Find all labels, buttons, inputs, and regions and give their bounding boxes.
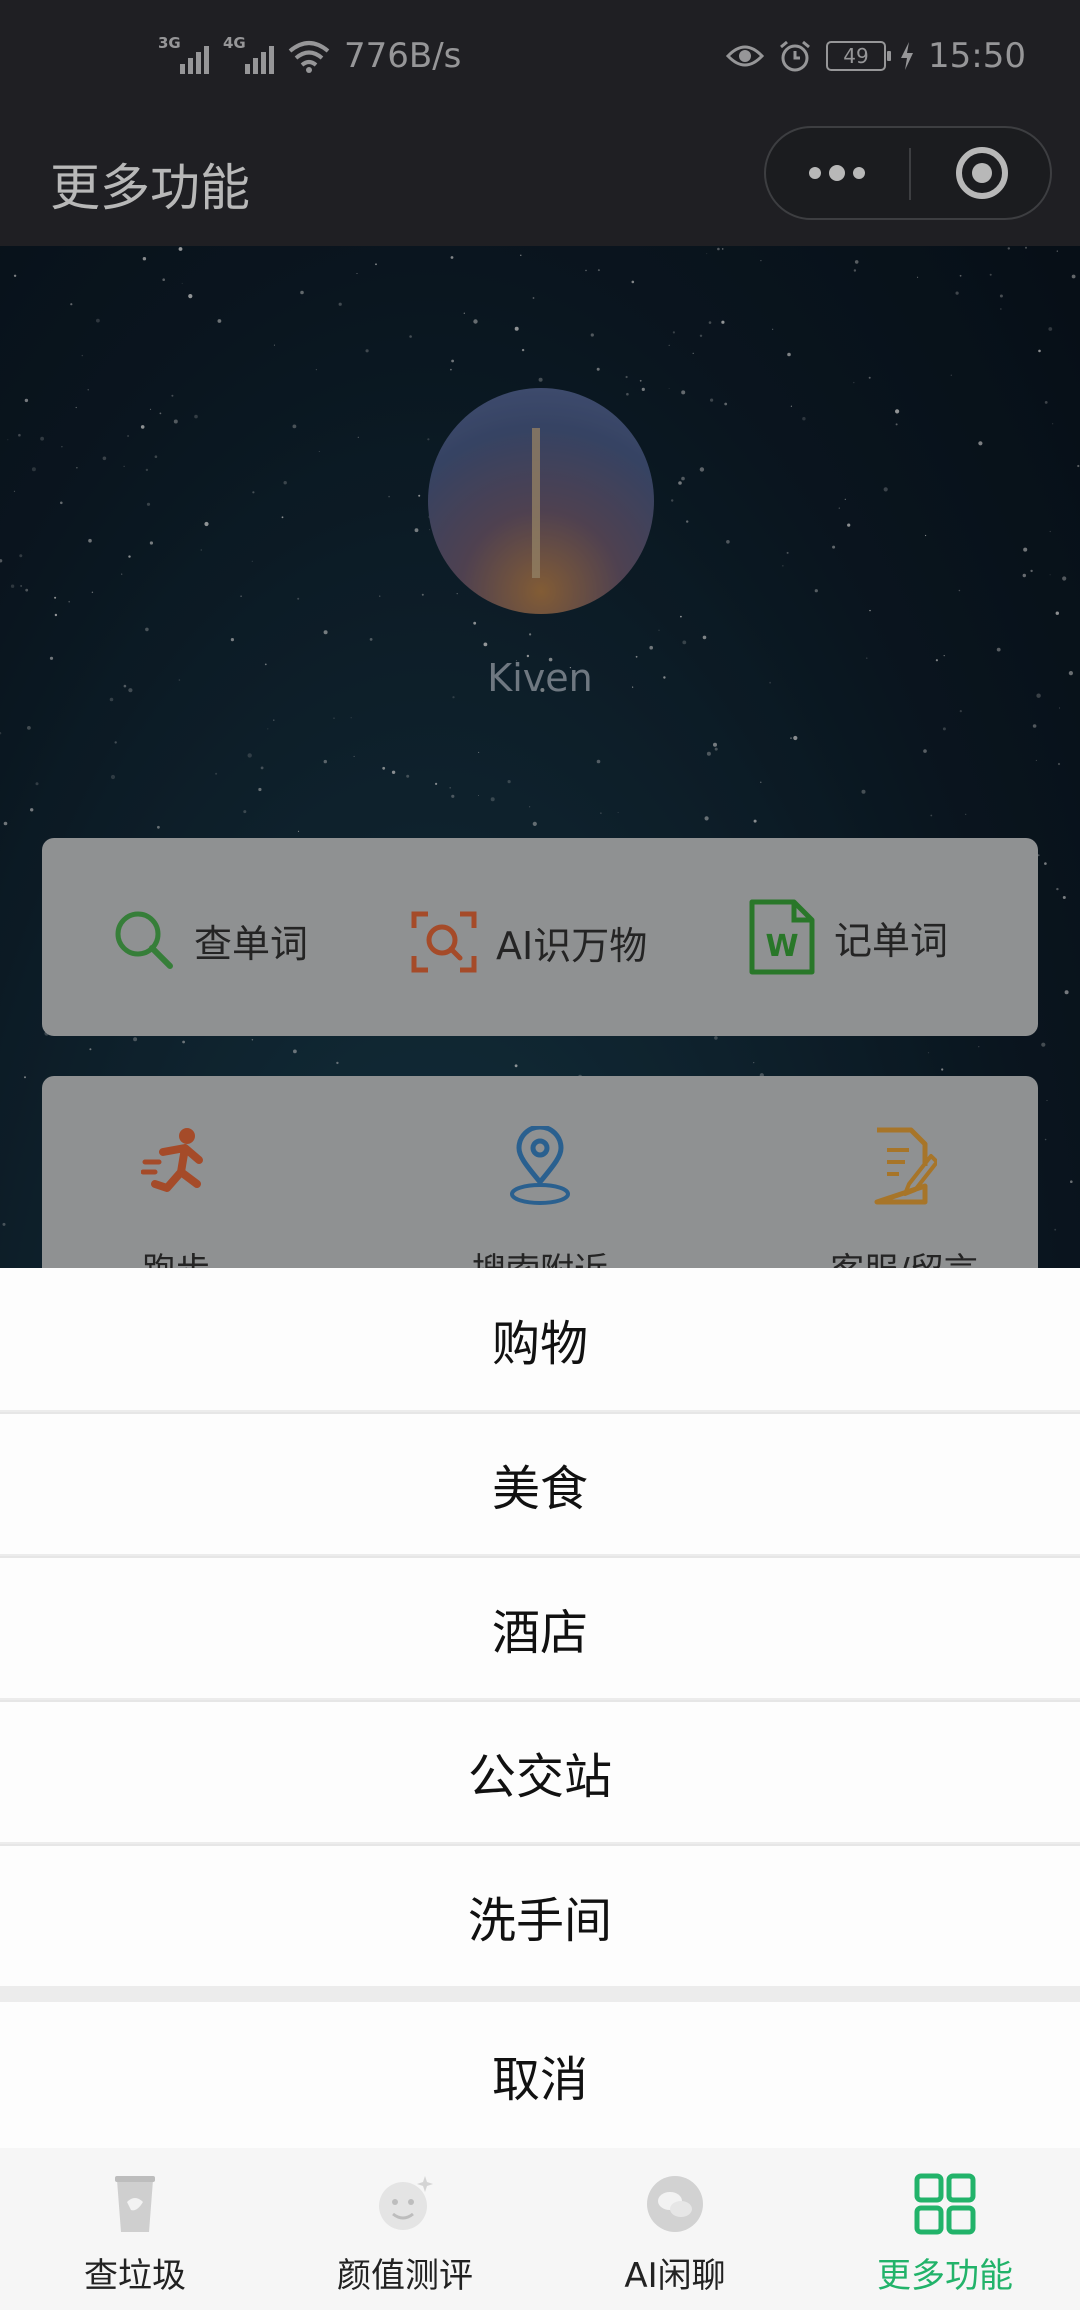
action-sheet: 购物 美食 酒店 公交站 洗手间 取消	[0, 1268, 1080, 2148]
action-item-hotel[interactable]: 酒店	[0, 1556, 1080, 1698]
face-icon	[379, 2176, 433, 2230]
action-item-food[interactable]: 美食	[0, 1412, 1080, 1554]
chat-icon	[647, 2176, 703, 2232]
tab-label: 颜值测评	[337, 2256, 473, 2296]
tab-ai-chat[interactable]: AI闲聊	[540, 2148, 810, 2310]
tab-label: 查垃圾	[84, 2256, 186, 2296]
tab-label: 更多功能	[877, 2256, 1013, 2296]
screen: 3G 4G 776B/s 49 15:50 更多功能 Kiven 查单词 AI识…	[0, 0, 1080, 2310]
tab-face-score[interactable]: 颜值测评	[270, 2148, 540, 2310]
trash-bin-icon	[115, 2176, 155, 2232]
tab-bar: 查垃圾 颜值测评 AI闲聊 更多功能	[0, 2148, 1080, 2310]
action-item-shopping[interactable]: 购物	[0, 1268, 1080, 1410]
tab-more-features[interactable]: 更多功能	[810, 2148, 1080, 2310]
tab-trash-lookup[interactable]: 查垃圾	[0, 2148, 270, 2310]
grid-icon	[914, 2173, 976, 2235]
cancel-button[interactable]: 取消	[0, 2002, 1080, 2148]
tab-label: AI闲聊	[624, 2256, 726, 2296]
action-item-restroom[interactable]: 洗手间	[0, 1844, 1080, 1986]
action-item-bus-stop[interactable]: 公交站	[0, 1700, 1080, 1842]
